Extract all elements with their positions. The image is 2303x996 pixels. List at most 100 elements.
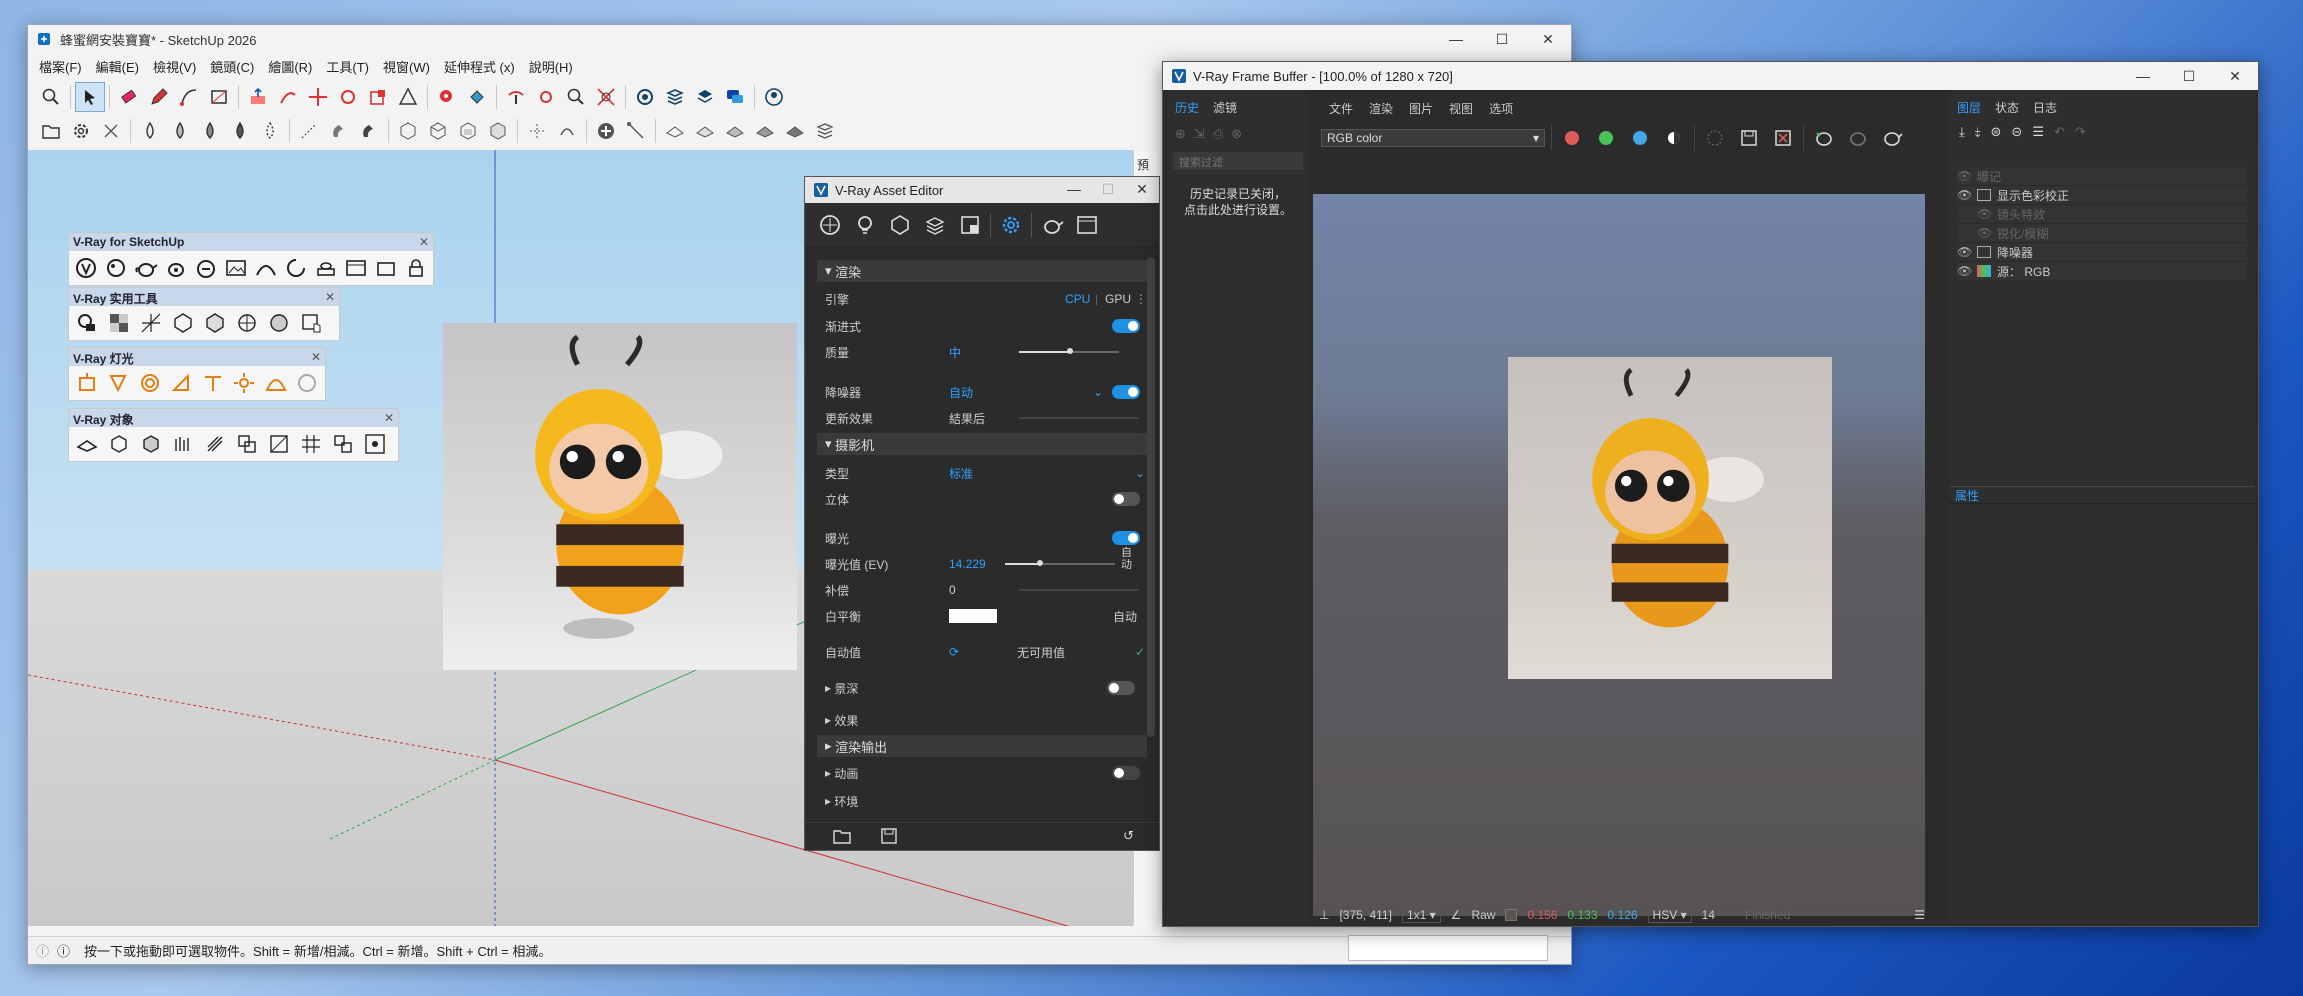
render-teapot-icon[interactable] (131, 254, 161, 282)
eraser-icon[interactable] (114, 82, 144, 112)
folder-icon[interactable] (36, 116, 66, 146)
tab-history[interactable]: 历史 (1169, 97, 1205, 118)
menu-help[interactable]: 說明(H) (522, 57, 580, 76)
sphere-light-icon[interactable] (134, 369, 166, 397)
zoom-extents-icon[interactable] (591, 82, 621, 112)
dof-toggle[interactable] (1107, 681, 1135, 695)
section-render[interactable]: ▾ 渲染 (817, 260, 1147, 282)
section-environment[interactable]: ▸ 环境 (817, 790, 1147, 812)
tape-measure-icon[interactable] (432, 82, 462, 112)
engine-cpu-option[interactable]: CPU (1065, 292, 1090, 306)
render-icon[interactable] (1878, 124, 1906, 152)
tab-filters[interactable]: 滤镜 (1207, 97, 1243, 118)
stereo-toggle[interactable] (1112, 492, 1140, 506)
animation-toggle[interactable] (1112, 766, 1140, 780)
sun-light-icon[interactable] (229, 369, 261, 397)
engine-gpu-option[interactable]: GPU (1105, 292, 1131, 306)
omni-light-icon[interactable] (197, 369, 229, 397)
sphere-icon[interactable] (263, 309, 295, 337)
push-pull-icon[interactable] (243, 82, 273, 112)
section-animation[interactable]: ▸ 动画 (817, 762, 1147, 784)
select-tool-icon[interactable] (75, 82, 105, 112)
fur-icon[interactable] (167, 430, 199, 458)
layer-row[interactable]: 👁 锐化/模糊 (1957, 224, 2247, 243)
layer-row[interactable]: 👁 曝记 (1957, 167, 2247, 186)
proxy-import-icon[interactable] (103, 430, 135, 458)
x-icon[interactable] (96, 116, 126, 146)
type-value[interactable]: 标准 (949, 465, 973, 482)
region-render-icon[interactable] (1701, 124, 1729, 152)
ev-slider[interactable] (1005, 560, 1115, 566)
dome-light-icon[interactable] (260, 369, 292, 397)
cube-icon[interactable] (167, 309, 199, 337)
maximize-button[interactable]: ☐ (1479, 25, 1525, 53)
interactive-render-icon[interactable] (1810, 124, 1838, 152)
batch-render-icon[interactable] (311, 254, 341, 282)
chevron-down-icon[interactable]: ⌄ (1135, 466, 1145, 480)
materials-icon[interactable] (815, 210, 845, 240)
minimize-button[interactable]: — (1057, 176, 1091, 202)
menu-edit[interactable]: 編輯(E) (89, 57, 146, 76)
multi-object-icon[interactable] (327, 430, 359, 458)
proxy-export-icon[interactable] (135, 430, 167, 458)
clear-image-icon[interactable] (1769, 124, 1797, 152)
move-icon[interactable] (303, 82, 333, 112)
scatter-icon[interactable] (199, 430, 231, 458)
sandbox-2-icon[interactable] (690, 116, 720, 146)
rotate-icon[interactable] (333, 82, 363, 112)
geometry-icon[interactable] (885, 210, 915, 240)
layer-row[interactable]: 👁 镜头特效 (1957, 205, 2247, 224)
grid-objects-icon[interactable] (295, 430, 327, 458)
chevron-down-icon[interactable]: ⌄ (1093, 385, 1103, 399)
drop-icon-3[interactable] (195, 116, 225, 146)
alpha-channel-icon[interactable] (1660, 124, 1688, 152)
settings-gear-icon[interactable] (996, 210, 1026, 240)
section-dof[interactable]: ▸ 景深 (817, 677, 1147, 699)
help-icon[interactable]: ⓘ (36, 941, 49, 960)
scale-icon[interactable] (363, 82, 393, 112)
channel-select[interactable]: RGB color ▾ (1321, 129, 1545, 147)
pencil-icon[interactable] (144, 82, 174, 112)
menu-tools[interactable]: 工具(T) (319, 57, 376, 76)
layer-row[interactable]: 👁 降噪器 (1957, 243, 2247, 262)
denoiser-toggle[interactable] (1112, 385, 1140, 399)
menu-file[interactable]: 檔案(F) (32, 57, 89, 76)
menu-render[interactable]: 渲染 (1363, 98, 1399, 119)
grid-icon[interactable] (135, 309, 167, 337)
layer-preset-icon[interactable]: ⤈ (1975, 124, 1981, 140)
render-teapot-icon[interactable] (1037, 210, 1067, 240)
layers-icon[interactable] (920, 210, 950, 240)
close-icon[interactable]: ✕ (419, 235, 429, 249)
open-folder-icon[interactable] (833, 828, 851, 844)
line-icon[interactable] (621, 116, 651, 146)
history-delete-icon[interactable]: ⊗ (1231, 126, 1242, 142)
menu-draw[interactable]: 繪圖(R) (261, 57, 319, 76)
wb-value[interactable]: 自动 (1113, 608, 1137, 625)
menu-camera[interactable]: 鏡頭(C) (203, 57, 261, 76)
view-iso-icon[interactable] (393, 116, 423, 146)
close-button[interactable]: ✕ (1525, 25, 1571, 53)
quality-slider[interactable] (1019, 348, 1119, 354)
exposure-toggle[interactable] (1112, 531, 1140, 545)
menu-file[interactable]: 文件 (1323, 98, 1359, 119)
layers-icon[interactable] (690, 82, 720, 112)
menu-view[interactable]: 檢視(V) (146, 57, 203, 76)
search-icon[interactable] (36, 82, 66, 112)
add-layer-icon[interactable]: ⤓ (1959, 124, 1965, 140)
raw-label[interactable]: Raw (1471, 908, 1495, 922)
sandbox-6-icon[interactable] (810, 116, 840, 146)
object-settings-icon[interactable] (359, 430, 391, 458)
save-icon[interactable] (881, 828, 897, 844)
vision-icon[interactable] (281, 254, 311, 282)
frame-buffer-icon[interactable] (221, 254, 251, 282)
close-button[interactable]: ✕ (2212, 62, 2258, 90)
ev-auto-label[interactable]: 自动 (1121, 547, 1135, 571)
ev-value[interactable]: 14.229 (949, 557, 986, 571)
save-image-icon[interactable] (1735, 124, 1763, 152)
proxy-icon[interactable] (103, 309, 135, 337)
account-icon[interactable] (759, 82, 789, 112)
wb-color-swatch[interactable] (949, 609, 997, 623)
reset-icon[interactable]: ↺ (1123, 828, 1134, 844)
chat-icon[interactable] (720, 82, 750, 112)
asset-editor-icon[interactable] (101, 254, 131, 282)
